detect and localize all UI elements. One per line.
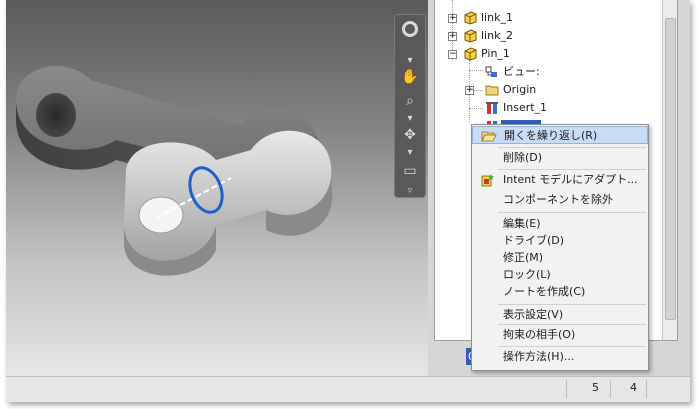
scrollbar-thumb[interactable] — [665, 18, 676, 320]
tree-item-label: link_2 — [481, 29, 513, 42]
menu-item-exclude-component[interactable]: コンポーネントを除外 — [472, 191, 648, 209]
menu-item-label: 修正(M) — [503, 251, 544, 264]
tree-item-origin[interactable]: + Origin — [435, 82, 661, 98]
open-folder-icon — [481, 131, 497, 142]
tree-item-link-2[interactable]: + link_2 — [435, 28, 661, 44]
tree-item-insert-1[interactable]: Insert_1 — [435, 100, 661, 116]
menu-item-label: 削除(D) — [503, 151, 543, 164]
insert-constraint-icon — [486, 102, 498, 114]
menu-item-how-to[interactable]: 操作方法(H)... — [472, 348, 648, 366]
menu-item-display-settings[interactable]: 表示設定(V) — [472, 306, 648, 324]
folder-icon — [485, 85, 499, 96]
component-cube-icon — [464, 47, 477, 61]
menu-item-modify[interactable]: 修正(M) — [472, 249, 648, 267]
graphics-viewport[interactable]: ▾ ✋ ⌕ ▾ ✥ ▾ ▭ ▿ — [6, 0, 431, 376]
expand-icon[interactable]: + — [448, 14, 457, 23]
menu-item-drive[interactable]: ドライブ(D) — [472, 232, 648, 250]
tree-item-label: link_1 — [481, 11, 513, 24]
view-representation-icon — [485, 66, 497, 77]
tree-item-pin-1[interactable]: − Pin_1 — [435, 46, 661, 62]
status-bar: 5 4 — [6, 376, 690, 402]
component-cube-icon — [464, 29, 477, 43]
tree-item-label: Origin — [503, 83, 537, 96]
status-documents: 4 — [630, 381, 637, 394]
menu-item-edit[interactable]: 編集(E) — [472, 215, 648, 233]
back-link-hole — [36, 93, 76, 137]
orbit-dropdown-icon[interactable]: ▾ — [399, 143, 421, 163]
context-menu: 開くを繰り返し(R) 削除(D) Intent モデルにアダプト... コンポー… — [471, 124, 649, 371]
menu-item-delete[interactable]: 削除(D) — [472, 149, 648, 167]
steering-wheel-icon[interactable] — [399, 19, 421, 45]
navigation-bar: ▾ ✋ ⌕ ▾ ✥ ▾ ▭ ▿ — [394, 14, 426, 198]
component-cube-icon — [464, 11, 477, 25]
tree-scrollbar[interactable] — [662, 0, 677, 340]
menu-item-label: ノートを作成(C) — [503, 285, 586, 298]
menu-item-label: Intent モデルにアダプト... — [503, 173, 638, 186]
tree-item-label: ビュー: — [503, 65, 540, 78]
menu-item-label: 表示設定(V) — [503, 308, 564, 321]
menu-item-adapt-intent[interactable]: Intent モデルにアダプト... — [472, 171, 648, 189]
menu-item-label: 拘束の相手(O) — [503, 328, 576, 341]
menu-item-constraint-partner[interactable]: 拘束の相手(O) — [472, 326, 648, 344]
expand-icon[interactable]: + — [448, 32, 457, 41]
navbar-menu-icon[interactable]: ▿ — [399, 181, 421, 201]
tree-item-label: Insert_1 — [503, 101, 548, 114]
status-occurrences: 5 — [592, 381, 599, 394]
expand-icon[interactable]: + — [465, 86, 474, 95]
look-at-icon[interactable]: ▭ — [399, 161, 421, 181]
menu-item-repeat-open[interactable]: 開くを繰り返し(R) — [472, 126, 648, 144]
menu-item-create-note[interactable]: ノートを作成(C) — [472, 283, 648, 301]
chain-link-model — [16, 66, 333, 276]
menu-item-lock[interactable]: ロック(L) — [472, 266, 648, 284]
intent-model-icon — [481, 174, 494, 187]
tree-item-label: Pin_1 — [481, 47, 510, 60]
menu-item-label: コンポーネントを除外 — [503, 193, 613, 206]
zoom-icon[interactable]: ⌕ — [399, 91, 421, 111]
menu-item-label: 編集(E) — [503, 217, 541, 230]
menu-item-label: ロック(L) — [503, 268, 551, 281]
menu-item-label: 操作方法(H)... — [503, 350, 575, 363]
menu-item-label: 開くを繰り返し(R) — [504, 129, 598, 142]
tree-item-link-1[interactable]: + link_1 — [435, 10, 661, 26]
tree-item-view[interactable]: ビュー: — [435, 64, 661, 80]
pan-icon[interactable]: ✋ — [399, 67, 421, 87]
menu-item-label: ドライブ(D) — [503, 234, 565, 247]
orbit-icon[interactable]: ✥ — [399, 125, 421, 145]
collapse-icon[interactable]: − — [448, 50, 457, 59]
